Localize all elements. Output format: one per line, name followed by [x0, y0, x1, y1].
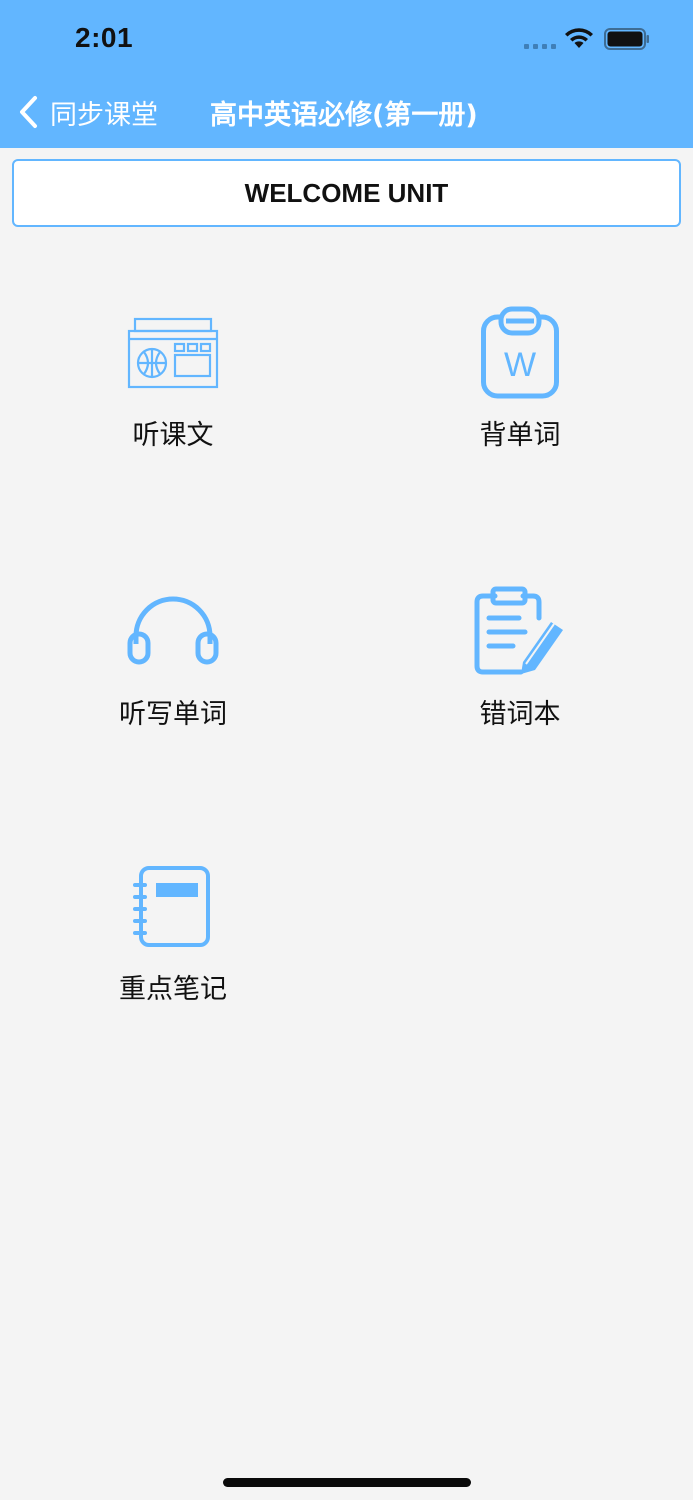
tile-label: 错词本 [479, 699, 561, 730]
tile-label: 重点笔记 [119, 974, 227, 1005]
page-title: 高中英语必修(第一册) [210, 99, 478, 131]
nav-header: 2:01 同步课堂 高中英语必修(第一册) [0, 0, 693, 148]
headphones-icon [127, 596, 219, 665]
chevron-left-icon [20, 96, 37, 128]
tile-key-notes[interactable]: 重点笔记 [73, 865, 273, 1025]
tile-dictation[interactable]: 听写单词 [73, 590, 273, 750]
status-time: 2:01 [75, 22, 134, 53]
back-button[interactable]: 同步课堂 [18, 92, 158, 132]
cellular-signal-icon [524, 44, 556, 49]
tile-memorize-words[interactable]: W 背单词 [420, 305, 620, 465]
word-clipboard-icon: W [481, 306, 559, 399]
home-indicator[interactable] [223, 1478, 471, 1487]
radio-icon [127, 317, 219, 389]
svg-text:W: W [504, 346, 536, 384]
tile-label: 听课文 [132, 420, 214, 451]
clipboard-edit-icon [474, 586, 563, 675]
back-label: 同步课堂 [50, 99, 158, 131]
tile-mistake-book[interactable]: 错词本 [420, 586, 620, 750]
notebook-icon [133, 866, 210, 947]
battery-icon [604, 28, 649, 50]
tile-label: 听写单词 [119, 699, 227, 730]
tile-listen-text[interactable]: 听课文 [73, 305, 273, 465]
tile-label: 背单词 [479, 420, 561, 451]
wifi-icon [565, 28, 593, 48]
unit-selector[interactable]: WELCOME UNIT [12, 159, 681, 227]
